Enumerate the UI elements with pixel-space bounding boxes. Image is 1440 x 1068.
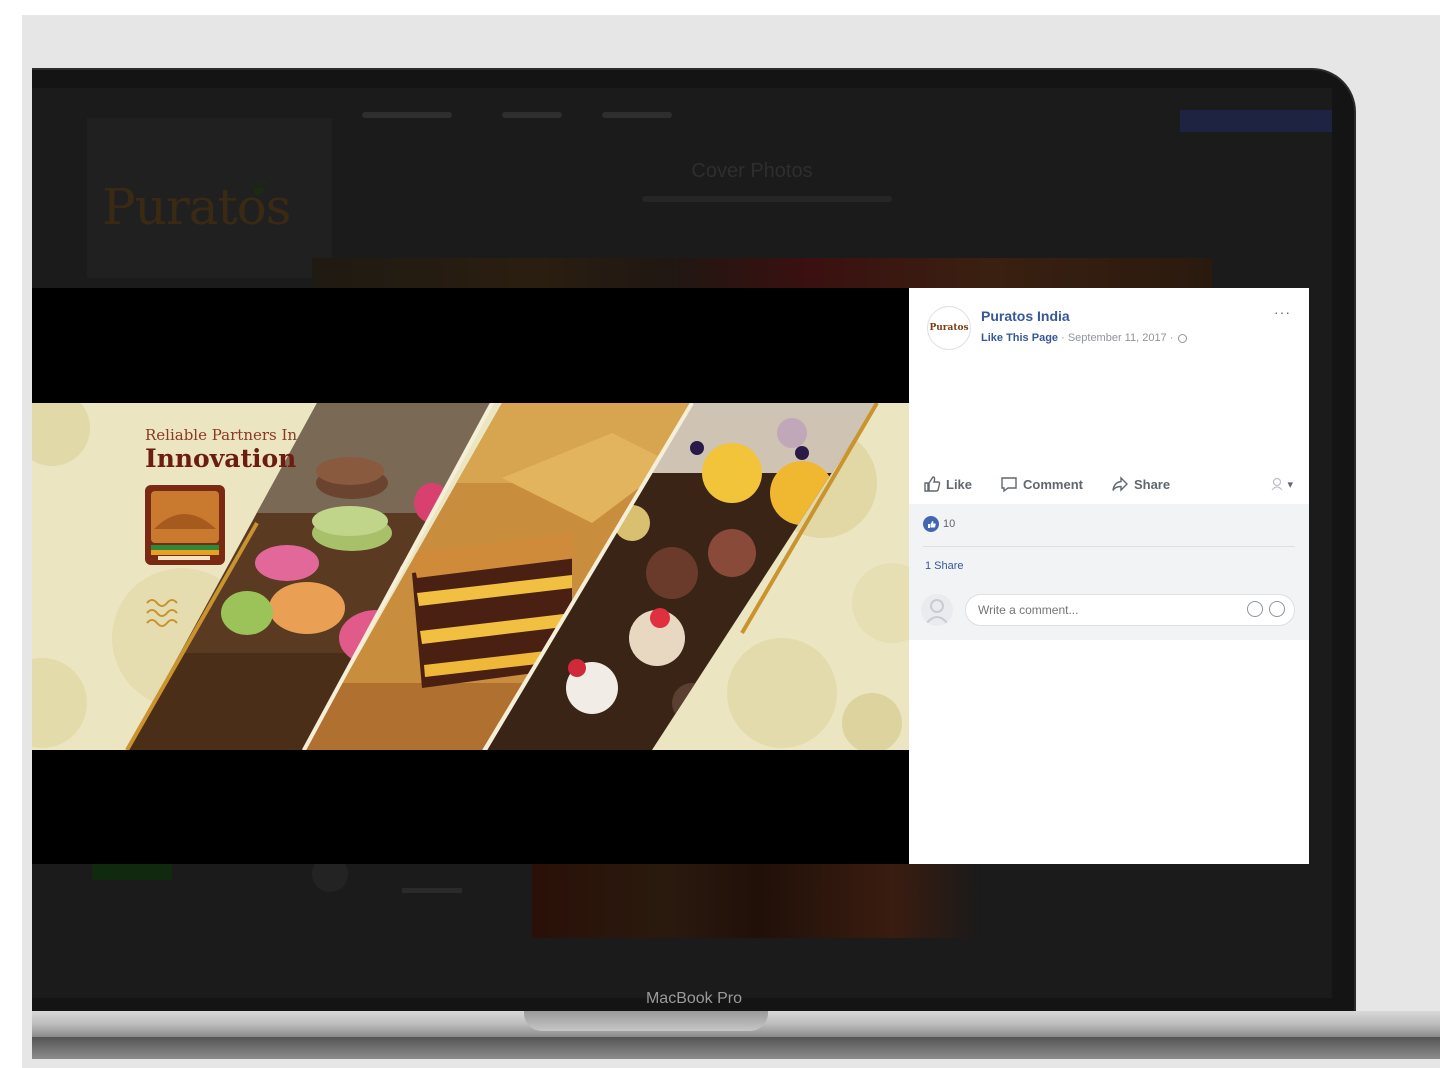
shares-link[interactable]: 1 Share: [925, 560, 964, 572]
share-button[interactable]: Share: [1111, 475, 1170, 493]
laptop-base-shadow: [32, 1037, 1440, 1059]
reaction-count: 10: [943, 518, 956, 530]
post-panel: Puratos Puratos India Like This Page · S…: [909, 288, 1309, 864]
screen-display: Puratos ❦ Cover Photos Reliable Partners…: [32, 88, 1332, 998]
emoji-icon[interactable]: [1247, 601, 1263, 617]
background-section-title: Cover Photos: [691, 160, 813, 182]
background-footer-text: [402, 888, 462, 893]
comment-tools: [1241, 601, 1285, 617]
like-button[interactable]: Like: [923, 475, 972, 493]
globe-icon: [1178, 333, 1188, 343]
chevron-down-icon: ▾: [1287, 478, 1293, 491]
audience-selector[interactable]: ▾: [1270, 477, 1293, 491]
background-nav-button: [1180, 110, 1332, 132]
divider: [923, 546, 1295, 547]
like-page-link[interactable]: Like This Page: [981, 332, 1058, 344]
leaf-icon: ❦: [250, 178, 268, 203]
photo-lightbox: Reliable Partners In Innovation Puratos …: [32, 288, 1309, 864]
feedback-section: 10 1 Share: [909, 504, 1309, 864]
background-brand-logo: Puratos ❦: [102, 178, 291, 236]
page-avatar[interactable]: Puratos: [927, 306, 971, 350]
page-name-link[interactable]: Puratos India: [981, 308, 1070, 324]
audience-icon: [1271, 477, 1283, 491]
commenter-avatar: [921, 594, 953, 626]
sticker-icon[interactable]: [1269, 601, 1285, 617]
thumbs-up-icon: [924, 476, 941, 492]
cover-tagline: Reliable Partners In: [145, 426, 297, 444]
share-icon: [1112, 476, 1128, 492]
post-meta: Like This Page · September 11, 2017 ·: [981, 332, 1188, 344]
comment-composer: [921, 592, 1297, 628]
comment-button[interactable]: Comment: [1000, 475, 1083, 493]
like-reaction-icon: [923, 516, 939, 532]
laptop-base: [32, 1011, 1440, 1037]
background-section-subtitle: [642, 196, 892, 202]
laptop-screen: Puratos ❦ Cover Photos Reliable Partners…: [32, 68, 1356, 1013]
action-bar: Like Comment Share ▾: [923, 466, 1293, 502]
cover-photo[interactable]: Reliable Partners In Innovation: [32, 403, 909, 750]
bezel-label: MacBook Pro: [645, 990, 743, 1007]
more-icon[interactable]: ···: [1274, 304, 1291, 320]
comment-icon: [1001, 477, 1017, 493]
background-profile-picture: Puratos ❦: [87, 118, 332, 278]
cover-headline: Innovation: [145, 444, 296, 473]
background-navbar: [332, 102, 1332, 132]
post-date[interactable]: September 11, 2017: [1068, 332, 1167, 344]
photo-viewer[interactable]: Reliable Partners In Innovation: [32, 288, 909, 864]
laptop-notch: [524, 1011, 768, 1031]
reaction-summary[interactable]: 10: [923, 516, 955, 532]
